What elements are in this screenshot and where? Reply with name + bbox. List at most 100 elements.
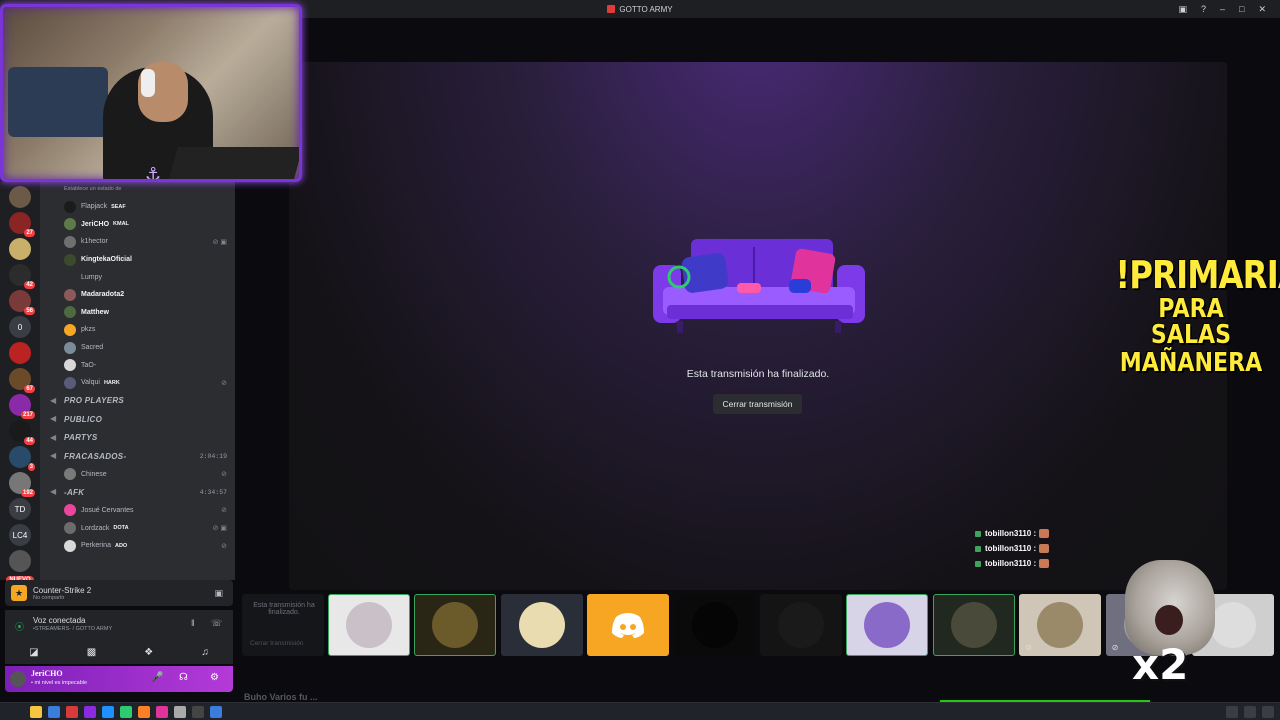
server-icon-0[interactable] xyxy=(9,186,31,208)
mute-status-icon: ⊘ xyxy=(221,379,227,387)
mention-badge: 27 xyxy=(24,229,35,237)
voice-member[interactable]: Lordzack DOTA ⊘ ▣ xyxy=(40,519,235,537)
member-name: Josué Cervantes xyxy=(81,506,134,514)
participant-tile[interactable] xyxy=(500,594,583,656)
app-icon[interactable] xyxy=(66,705,78,718)
server-icon-2[interactable] xyxy=(9,238,31,260)
voice-member[interactable]: Sacred xyxy=(40,339,235,357)
voice-member[interactable]: JeriCHO KMAL xyxy=(40,216,235,234)
voice-channel[interactable]: ◀ PARTYS xyxy=(40,429,235,448)
voice-member[interactable]: Josué Cervantes ⊘ xyxy=(40,502,235,520)
muted-icon: ⊘ xyxy=(1025,643,1032,652)
voice-channel[interactable]: ◀ FRACASADOS- 2:04:19 xyxy=(40,447,235,466)
voice-status[interactable]: Voz conectada xyxy=(33,616,85,625)
app-icon[interactable] xyxy=(84,705,96,718)
channel-name: -AFK xyxy=(64,487,85,497)
server-icon-11[interactable]: 192 xyxy=(9,472,35,497)
voice-member[interactable]: Matthew xyxy=(40,304,235,322)
mic-icon[interactable]: 🎤 xyxy=(151,672,163,683)
voice-member[interactable]: Flapjack SEAF xyxy=(40,198,235,216)
server-icon-9[interactable]: 44 xyxy=(9,420,35,445)
voice-member[interactable]: k1hector ⊘ ▣ xyxy=(40,233,235,251)
server-icon-6[interactable] xyxy=(9,342,31,364)
emote-icon xyxy=(1039,559,1050,568)
voice-channel[interactable]: ◀ PUBLICO xyxy=(40,410,235,429)
tray-icon[interactable] xyxy=(1244,706,1256,718)
share-screen-icon[interactable]: ▣ xyxy=(214,588,223,599)
channel-name: PRO PLAYERS xyxy=(64,396,125,406)
chat-user: tobillon3110 : xyxy=(985,559,1037,568)
activities-icon[interactable]: ❖ xyxy=(144,647,153,658)
member-tag: KMAL xyxy=(113,221,129,228)
voice-member[interactable]: TaO- xyxy=(40,356,235,374)
voice-channel[interactable]: •STREAMERS- / GOTTO ARMY xyxy=(33,626,112,632)
server-icon-4[interactable]: 56 xyxy=(9,290,35,315)
camera-off-icon[interactable]: ◪ xyxy=(29,647,38,658)
participant-tile[interactable] xyxy=(673,594,756,656)
server-icon-14[interactable] xyxy=(9,550,31,572)
headphones-icon[interactable]: ☊ xyxy=(179,672,188,683)
tile-close-stream[interactable]: Cerrar transmisión xyxy=(250,640,303,647)
minimize-button[interactable]: – xyxy=(1220,4,1225,14)
voice-channel[interactable]: ◀ -AFK 4:34:57 xyxy=(40,483,235,502)
app-icon[interactable] xyxy=(156,705,168,718)
close-button[interactable]: ✕ xyxy=(1258,4,1266,15)
voice-member[interactable]: Lumpy xyxy=(40,268,235,286)
tray-icon[interactable] xyxy=(1262,706,1274,718)
app-icon[interactable] xyxy=(210,705,222,718)
user-name[interactable]: JeriCHO xyxy=(31,669,63,678)
couch-illustration xyxy=(653,239,865,333)
channel-list: Establece un estado de Flapjack SEAF JeriC… xyxy=(40,182,235,580)
mention-badge: 217 xyxy=(20,411,35,419)
tile-ended-stream[interactable]: Esta transmisión ha finalizado. Cerrar t… xyxy=(242,594,324,656)
app-icon[interactable] xyxy=(120,705,132,718)
avatar xyxy=(64,323,76,336)
voice-channel[interactable]: ◀ PRO PLAYERS xyxy=(40,392,235,411)
server-icon-1[interactable]: 27 xyxy=(9,212,35,237)
voice-member[interactable]: Perkerina ADO ⊘ xyxy=(40,537,235,555)
tray-icon[interactable] xyxy=(1226,706,1238,718)
participant-tile[interactable] xyxy=(932,594,1015,656)
disconnect-icon[interactable]: ☏ xyxy=(211,618,222,629)
avatar[interactable] xyxy=(10,671,26,687)
user-panel: JeriCHO • mi nivel es impecable 🎤 ☊ ⚙ xyxy=(5,666,233,692)
noise-suppression-icon[interactable]: ‖ xyxy=(191,618,195,628)
server-icon-5[interactable]: 0 xyxy=(9,316,31,338)
server-icon-10[interactable]: 3 xyxy=(9,446,35,471)
soundboard-icon[interactable]: ♫ xyxy=(201,647,209,658)
server-icon-8[interactable]: 217 xyxy=(9,394,35,419)
folder-icon[interactable] xyxy=(30,705,42,718)
inbox-icon[interactable]: ▣ xyxy=(1178,4,1187,15)
speaker-icon: ◀ xyxy=(50,487,57,497)
participant-tile[interactable] xyxy=(846,594,929,656)
member-name: Matthew xyxy=(81,308,109,316)
app-icon[interactable] xyxy=(48,705,60,718)
participant-tile[interactable]: ⊘ xyxy=(1019,594,1102,656)
voice-member[interactable]: pkzs xyxy=(40,321,235,339)
server-icon-13[interactable]: LC4 xyxy=(9,524,31,546)
mention-badge: 67 xyxy=(24,385,35,393)
voice-member[interactable]: KingtekaOficial xyxy=(40,251,235,269)
voice-member[interactable]: Chinese ⊘ xyxy=(40,466,235,484)
app-icon[interactable] xyxy=(138,705,150,718)
participant-tile[interactable] xyxy=(328,594,410,656)
server-icon-3[interactable]: 42 xyxy=(9,264,35,289)
close-stream-button[interactable]: Cerrar transmisión xyxy=(713,394,802,414)
mention-badge: 192 xyxy=(20,489,35,497)
app-icon[interactable] xyxy=(102,705,114,718)
app-icon[interactable] xyxy=(174,705,186,718)
member-name: Perkerina xyxy=(81,542,111,550)
participant-tile[interactable] xyxy=(587,594,670,656)
voice-member[interactable]: Valqui HARK ⊘ xyxy=(40,374,235,392)
signal-icon[interactable]: ⦿ xyxy=(15,620,24,633)
voice-member[interactable]: Madaradota2 xyxy=(40,286,235,304)
participant-tile[interactable] xyxy=(760,594,842,656)
server-icon-7[interactable]: 67 xyxy=(9,368,35,393)
maximize-button[interactable]: □ xyxy=(1239,4,1244,14)
settings-icon[interactable]: ⚙ xyxy=(210,672,219,683)
screen-share-icon[interactable]: ▩ xyxy=(87,647,96,658)
help-icon[interactable]: ? xyxy=(1201,4,1206,14)
server-icon-12[interactable]: TD xyxy=(9,498,31,520)
participant-tile[interactable] xyxy=(414,594,497,656)
app-icon[interactable] xyxy=(192,705,204,718)
